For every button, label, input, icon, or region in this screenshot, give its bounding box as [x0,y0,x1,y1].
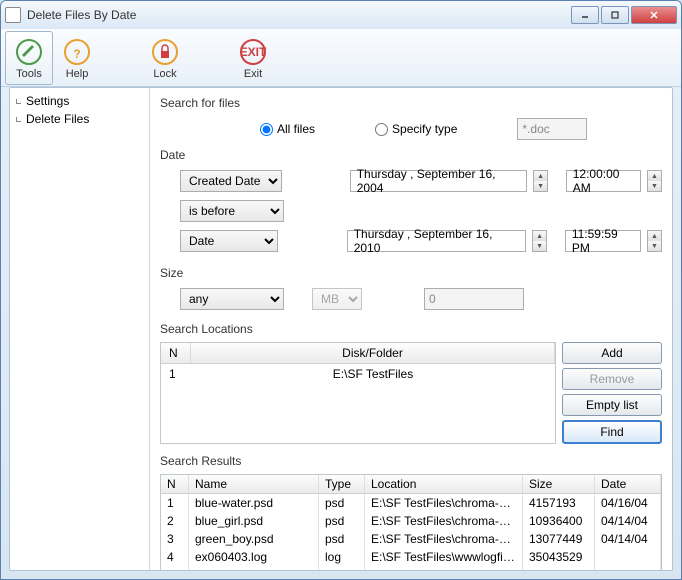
loc-header-n[interactable]: N [161,343,191,363]
col-header-type[interactable]: Type [319,475,365,493]
exit-icon: EXIT [237,36,269,68]
type-filter-input[interactable] [517,118,587,140]
date-op-select[interactable]: is before [180,200,284,222]
size-value-input[interactable] [424,288,524,310]
maximize-button[interactable] [601,6,629,24]
sidebar-item-delete-files[interactable]: Delete Files [10,110,149,128]
result-row[interactable]: 4ex060403.loglogE:\SF TestFiles\wwwlogfi… [161,548,661,566]
tools-button[interactable]: Tools [5,31,53,85]
size-unit-select[interactable]: MB [312,288,362,310]
date-field-select[interactable]: Created Date [180,170,282,192]
app-icon [5,7,21,23]
result-row[interactable]: 5ex060403.log.sensenE:\SF TestFiles\wwwl… [161,566,661,570]
locations-section-label: Search Locations [160,322,662,336]
find-button[interactable]: Find [562,420,662,444]
exit-label: Exit [244,68,262,80]
result-row[interactable]: 1blue-water.psdpsdE:\SF TestFiles\chroma… [161,494,661,512]
col-header-date[interactable]: Date [595,475,661,493]
col-header-name[interactable]: Name [189,475,319,493]
date-from-spinner[interactable]: ▲▼ [533,170,548,192]
specify-type-radio[interactable]: Specify type [375,122,457,136]
empty-list-button[interactable]: Empty list [562,394,662,416]
result-row[interactable]: 2blue_girl.psdpsdE:\SF TestFiles\chroma-… [161,512,661,530]
tools-label: Tools [16,68,42,80]
svg-text:EXIT: EXIT [240,45,267,59]
date-section-label: Date [160,148,662,162]
col-header-size[interactable]: Size [523,475,595,493]
results-table: N Name Type Location Size Date 1blue-wat… [160,474,662,570]
help-button[interactable]: ? Help [53,31,101,85]
lock-button[interactable]: Lock [141,31,189,85]
loc-header-folder[interactable]: Disk/Folder [191,343,555,363]
question-icon: ? [61,36,93,68]
remove-button[interactable]: Remove [562,368,662,390]
size-section-label: Size [160,266,662,280]
lock-icon [149,36,181,68]
time-from-spinner[interactable]: ▲▼ [647,170,662,192]
date-from-display[interactable]: Thursday , September 16, 2004 [350,170,527,192]
size-op-select[interactable]: any [180,288,284,310]
window-title: Delete Files By Date [27,8,571,22]
results-section-label: Search Results [160,454,662,468]
result-row[interactable]: 3green_boy.psdpsdE:\SF TestFiles\chroma-… [161,530,661,548]
minimize-button[interactable] [571,6,599,24]
svg-text:?: ? [73,47,80,61]
date-mode-select[interactable]: Date [180,230,278,252]
date-to-display[interactable]: Thursday , September 16, 2010 [347,230,526,252]
exit-button[interactable]: EXIT Exit [229,31,277,85]
time-to-spinner[interactable]: ▲▼ [647,230,662,252]
location-row[interactable]: 1 E:\SF TestFiles [161,364,555,384]
add-button[interactable]: Add [562,342,662,364]
vertical-scrollbar[interactable] [661,475,662,570]
date-to-spinner[interactable]: ▲▼ [532,230,547,252]
search-files-label: Search for files [160,96,662,110]
time-from-display[interactable]: 12:00:00 AM [566,170,641,192]
lock-label: Lock [153,68,176,80]
time-to-display[interactable]: 11:59:59 PM [565,230,641,252]
help-label: Help [66,68,89,80]
close-button[interactable] [631,6,677,24]
all-files-radio[interactable]: All files [260,122,315,136]
pencil-icon [13,36,45,68]
locations-table: N Disk/Folder 1 E:\SF TestFiles [160,342,556,444]
col-header-n[interactable]: N [161,475,189,493]
sidebar-item-settings[interactable]: Settings [10,92,149,110]
col-header-location[interactable]: Location [365,475,523,493]
